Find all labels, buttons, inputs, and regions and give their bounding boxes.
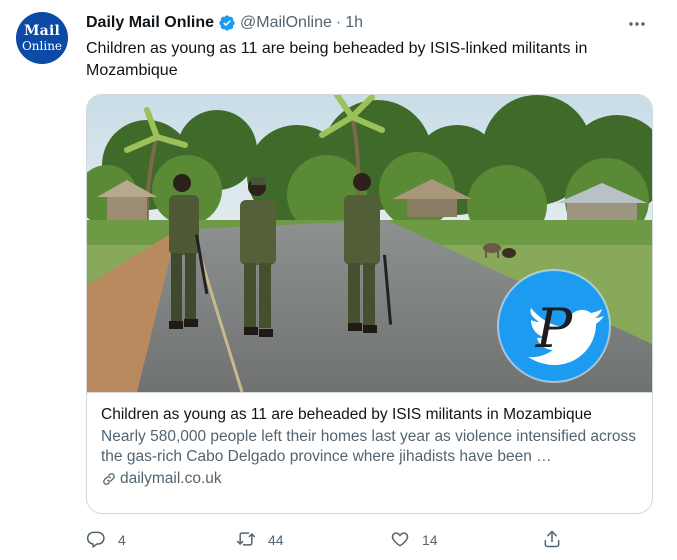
- avatar-text-mail: Mail: [23, 23, 60, 39]
- retweet-count: 44: [268, 532, 284, 548]
- reply-count: 4: [118, 532, 126, 548]
- card-title: Children as young as 11 are beheaded by …: [101, 406, 592, 423]
- heart-icon: [390, 529, 410, 552]
- card-description: Nearly 580,000 people left their homes l…: [101, 428, 637, 465]
- tweet-timestamp[interactable]: 1h: [345, 13, 363, 33]
- link-icon: [101, 471, 117, 487]
- reply-button[interactable]: 4: [86, 529, 126, 552]
- tweet[interactable]: Mail Online Daily Mail Online @MailOnlin…: [0, 0, 677, 560]
- like-count: 14: [422, 532, 438, 548]
- retweet-button[interactable]: 44: [236, 529, 284, 552]
- reply-icon: [86, 529, 106, 552]
- header-separator: ·: [335, 14, 342, 31]
- share-icon: [542, 529, 562, 552]
- card-domain-text: dailymail.co.uk: [120, 470, 222, 487]
- card-domain: dailymail.co.uk: [101, 469, 638, 489]
- share-button[interactable]: [542, 529, 562, 552]
- avatar-text-online: Online: [21, 39, 63, 53]
- link-card[interactable]: P Children as young as 11 are beheaded b…: [86, 94, 653, 514]
- tweet-actions: 4 44 14: [86, 528, 566, 552]
- verified-badge-icon: [218, 14, 236, 32]
- tweet-header: Daily Mail Online @MailOnline · 1h: [86, 13, 637, 33]
- watermark-letter: P: [535, 297, 574, 360]
- card-body[interactable]: Children as young as 11 are beheaded by …: [87, 392, 652, 513]
- card-image[interactable]: P: [87, 95, 652, 392]
- avatar[interactable]: Mail Online: [16, 12, 68, 64]
- retweet-icon: [236, 529, 256, 552]
- author-handle[interactable]: @MailOnline: [240, 13, 332, 33]
- more-dots-icon[interactable]: [627, 14, 647, 34]
- like-button[interactable]: 14: [390, 529, 438, 552]
- author-name[interactable]: Daily Mail Online: [86, 13, 214, 33]
- tweet-text: Children as young as 11 are being behead…: [86, 40, 588, 79]
